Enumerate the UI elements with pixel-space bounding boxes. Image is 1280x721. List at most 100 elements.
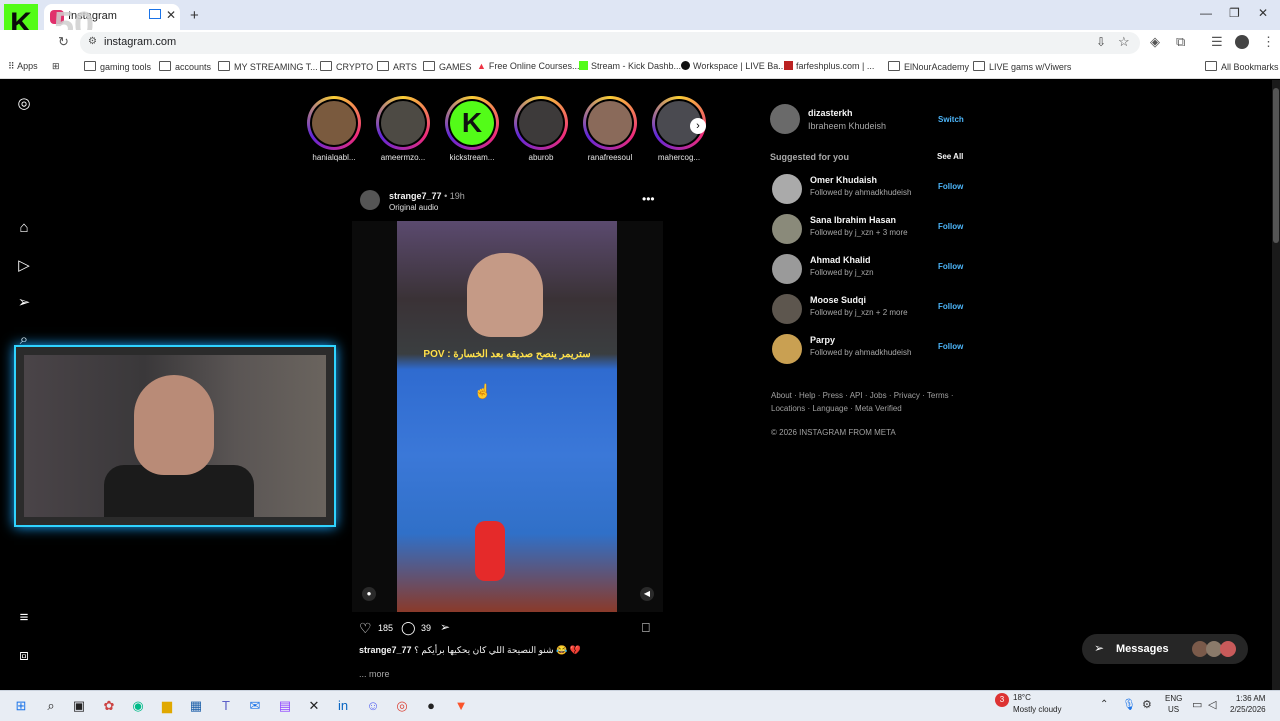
share-icon[interactable]: ➢: [440, 620, 450, 634]
bookmark-arts[interactable]: ARTS: [377, 61, 417, 72]
windows-start-icon[interactable]: ⊞: [12, 697, 30, 715]
copilot-icon[interactable]: ✿: [100, 697, 118, 715]
store-icon[interactable]: ▦: [187, 697, 205, 715]
extension-icon[interactable]: ◈: [1150, 34, 1160, 50]
scrollbar-thumb[interactable]: [1273, 88, 1279, 243]
story-item[interactable]: hanialqabl...: [304, 96, 364, 162]
tab-search-icon[interactable]: ☰: [1211, 34, 1223, 50]
bookmark-all[interactable]: All Bookmarks: [1205, 61, 1279, 72]
weather-temp[interactable]: 18°C: [1013, 693, 1031, 702]
bookmark-crypto[interactable]: CRYPTO: [320, 61, 373, 72]
home-icon[interactable]: ⌂: [16, 220, 32, 236]
bookmark-grid-icon[interactable]: ⊞: [52, 61, 60, 72]
suggested-name[interactable]: Sana Ibrahim Hasan: [810, 215, 896, 225]
bookmark-live-games[interactable]: LIVE gams w/Viwers: [973, 61, 1071, 72]
x-icon[interactable]: ✕: [305, 697, 323, 715]
more-menu-icon[interactable]: ≡: [16, 610, 32, 626]
task-view-icon[interactable]: ▣: [70, 697, 88, 715]
suggested-avatar[interactable]: [772, 334, 802, 364]
see-all-button[interactable]: See All: [937, 152, 963, 161]
suggested-name[interactable]: Omer Khudaish: [810, 175, 877, 185]
weather-desc[interactable]: Mostly cloudy: [1013, 705, 1061, 714]
like-icon[interactable]: ♡: [359, 620, 372, 637]
new-tab-icon[interactable]: +: [190, 7, 199, 24]
suggested-user-row[interactable]: Moose Sudqi Followed by j_xzn + 2 more F…: [772, 294, 972, 334]
minimize-icon[interactable]: —: [1200, 6, 1212, 20]
site-info-icon[interactable]: ⚙: [88, 36, 97, 47]
taskbar-search-icon[interactable]: ⌕: [42, 697, 60, 715]
bookmark-streaming[interactable]: MY STREAMING T...: [218, 61, 318, 72]
bookmark-kick-dashboard[interactable]: Stream - Kick Dashb...: [579, 61, 681, 71]
bookmark-accounts[interactable]: accounts: [159, 61, 211, 72]
twitch-icon[interactable]: ▤: [276, 697, 294, 715]
region-indicator[interactable]: US: [1168, 705, 1179, 714]
bookmark-games[interactable]: GAMES: [423, 61, 472, 72]
tray-overflow-icon[interactable]: ⌃: [1100, 699, 1108, 710]
bookmark-elnour[interactable]: ElNourAcademy: [888, 61, 969, 72]
suggested-avatar[interactable]: [772, 174, 802, 204]
instagram-logo-icon[interactable]: ◎: [16, 96, 32, 112]
follow-button[interactable]: Follow: [938, 342, 963, 351]
messages-send-icon[interactable]: ➢: [16, 295, 32, 311]
bookmark-apps[interactable]: ⠿ Apps: [8, 61, 38, 72]
follow-button[interactable]: Follow: [938, 182, 963, 191]
footer-links[interactable]: About · Help · Press · API · Jobs · Priv…: [771, 391, 954, 400]
bookmark-courses[interactable]: ▲ Free Online Courses...: [477, 61, 579, 71]
caption-username[interactable]: strange7_77: [359, 645, 412, 655]
bookmark-gaming-tools[interactable]: gaming tools: [84, 61, 151, 72]
suggested-avatar[interactable]: [772, 214, 802, 244]
network-icon[interactable]: ▭: [1192, 698, 1202, 711]
comment-icon[interactable]: ◯: [401, 620, 416, 636]
clock-time[interactable]: 1:36 AM: [1236, 694, 1265, 703]
chrome-icon[interactable]: ◎: [393, 697, 411, 715]
tray-app-icon[interactable]: ⚙: [1142, 698, 1152, 711]
browser-menu-icon[interactable]: ⋮: [1262, 34, 1275, 50]
suggested-avatar[interactable]: [772, 254, 802, 284]
teams-icon[interactable]: T: [217, 697, 235, 715]
suggested-name[interactable]: Ahmad Khalid: [810, 255, 871, 265]
post-video[interactable]: POV : ستريمر ينصح صديقه بعد الخسارة ● ◀: [352, 221, 663, 612]
bookmark-star-icon[interactable]: ☆: [1118, 34, 1130, 50]
suggested-user-row[interactable]: Sana Ibrahim Hasan Followed by j_xzn + 3…: [772, 214, 972, 254]
install-app-icon[interactable]: ⇩: [1096, 35, 1106, 49]
outlook-icon[interactable]: ✉: [246, 697, 264, 715]
story-item[interactable]: aburob: [511, 96, 571, 162]
suggested-name[interactable]: Moose Sudqi: [810, 295, 866, 305]
comment-count[interactable]: 39: [421, 623, 431, 633]
reels-icon[interactable]: ▷: [16, 258, 32, 274]
save-bookmark-icon[interactable]: ⎕: [642, 620, 650, 636]
discord-icon[interactable]: ☺: [364, 697, 382, 715]
tagged-user-icon[interactable]: ●: [362, 587, 376, 601]
mute-icon[interactable]: ◀: [640, 587, 654, 601]
profile-avatar[interactable]: [1235, 35, 1249, 49]
profile-avatar[interactable]: [770, 104, 800, 134]
reload-icon[interactable]: ↻: [58, 34, 69, 50]
restore-icon[interactable]: ❐: [1229, 6, 1240, 20]
post-username[interactable]: strange7_77: [389, 191, 442, 201]
window-close-icon[interactable]: ✕: [1258, 6, 1268, 20]
edge-icon[interactable]: ◉: [129, 697, 147, 715]
extensions-puzzle-icon[interactable]: ⧉: [1176, 34, 1185, 50]
switch-account-button[interactable]: Switch: [938, 115, 964, 124]
address-bar[interactable]: ⚙ instagram.com ⇩ ☆: [80, 32, 1140, 54]
suggested-user-row[interactable]: Omer Khudaish Followed by ahmadkhudeish …: [772, 174, 972, 214]
story-item[interactable]: K kickstream...: [442, 96, 502, 162]
media-playing-icon[interactable]: [149, 9, 161, 19]
messages-button[interactable]: ➢ Messages: [1082, 634, 1248, 664]
obs-icon[interactable]: ●: [422, 697, 440, 715]
file-explorer-icon[interactable]: ▆: [158, 697, 176, 715]
bookmark-farfeshplus[interactable]: farfeshplus.com | ...: [784, 61, 874, 71]
post-author-avatar[interactable]: [360, 190, 380, 210]
follow-button[interactable]: Follow: [938, 302, 963, 311]
follow-button[interactable]: Follow: [938, 222, 963, 231]
volume-icon[interactable]: ◁: [1208, 698, 1216, 711]
suggested-user-row[interactable]: Parpy Followed by ahmadkhudeish Follow: [772, 334, 972, 374]
page-scrollbar[interactable]: [1272, 80, 1280, 690]
post-options-icon[interactable]: •••: [642, 192, 655, 206]
story-item[interactable]: ranafreesoul: [580, 96, 640, 162]
bookmark-workspace[interactable]: Workspace | LIVE Ba...: [681, 61, 786, 71]
footer-links-2[interactable]: Locations · Language · Meta Verified: [771, 404, 902, 413]
suggested-user-row[interactable]: Ahmad Khalid Followed by j_xzn Follow: [772, 254, 972, 294]
suggested-avatar[interactable]: [772, 294, 802, 324]
like-count[interactable]: 185: [378, 623, 393, 633]
